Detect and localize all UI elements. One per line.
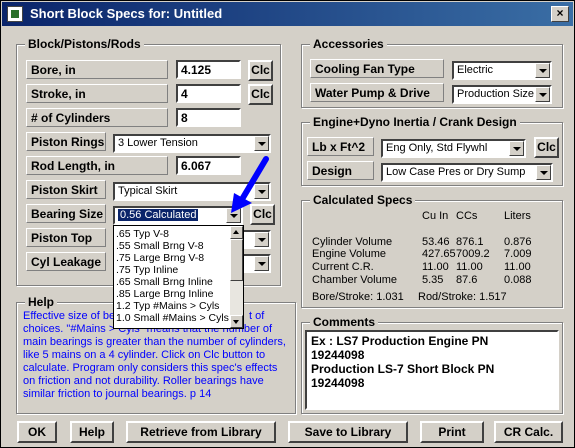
chevron-down-icon[interactable] xyxy=(535,63,550,78)
lb-ft2-value: Eng Only, Std Flywhl xyxy=(386,142,488,154)
water-pump-select[interactable]: Production Size xyxy=(452,85,552,104)
lb-ft2-label: Lb x Ft^2 xyxy=(307,137,374,156)
close-button[interactable]: × xyxy=(551,6,569,22)
help-line: main bearings is greater than the number… xyxy=(23,336,286,348)
calculated-frame-title: Calculated Specs xyxy=(310,193,416,207)
comments-frame-title: Comments xyxy=(310,315,379,329)
piston-rings-label: Piston Rings xyxy=(26,132,106,151)
design-value: Low Case Pres or Dry Sump xyxy=(386,166,526,178)
piston-top-label: Piston Top xyxy=(26,228,106,247)
pointer-arrow-icon xyxy=(231,156,269,213)
title-bar: Short Block Specs for: Untitled × xyxy=(2,2,573,26)
stroke-label: Stroke, in xyxy=(26,84,168,103)
accessories-frame-title: Accessories xyxy=(310,37,387,51)
piston-skirt-label: Piston Skirt xyxy=(26,180,106,199)
retrieve-from-library-button[interactable]: Retrieve from Library xyxy=(126,421,276,443)
bearing-size-select[interactable]: 0.56 Calculated xyxy=(113,206,243,225)
row-cuin: 427.65 xyxy=(422,248,456,260)
scroll-down-icon[interactable] xyxy=(230,315,243,328)
bore-label: Bore, in xyxy=(26,60,168,79)
help-line: calculate. Program only considers this s… xyxy=(23,362,278,374)
short-block-specs-window: Short Block Specs for: Untitled × Block/… xyxy=(0,0,575,448)
row-liters: 11.00 xyxy=(504,261,531,273)
dropdown-option[interactable]: .75 Typ Inline xyxy=(114,264,243,276)
water-pump-value: Production Size xyxy=(457,88,535,100)
dropdown-option[interactable]: .65 Typ V-8 xyxy=(114,228,243,240)
app-icon xyxy=(7,6,23,22)
bearing-size-label: Bearing Size xyxy=(26,204,106,223)
row-label: Current C.R. xyxy=(312,261,374,273)
chevron-down-icon[interactable] xyxy=(254,232,269,247)
help-frame-title: Help xyxy=(25,295,58,309)
help-line: on friction and not durability. Roller b… xyxy=(23,375,264,387)
bore-input[interactable]: 4.125 xyxy=(176,60,241,79)
row-label: Chamber Volume xyxy=(312,274,397,286)
cylinders-input[interactable]: 8 xyxy=(176,108,241,127)
dropdown-option[interactable]: .65 Small Brng Inline xyxy=(114,276,243,288)
bearing-size-dropdown[interactable]: .65 Typ V-8 .55 Small Brng V-8 .75 Large… xyxy=(113,225,244,329)
chevron-down-icon[interactable] xyxy=(535,87,550,102)
ok-button[interactable]: OK xyxy=(17,421,57,443)
header-liters: Liters xyxy=(504,210,531,222)
cyl-leakage-label: Cyl Leakage xyxy=(26,252,106,271)
stroke-input[interactable]: 4 xyxy=(176,84,241,103)
rod-length-label: Rod Length, in xyxy=(26,156,168,175)
dropdown-option[interactable]: .75 Large Brng V-8 xyxy=(114,252,243,264)
help-line-tail: t of xyxy=(249,310,265,322)
cooling-fan-select[interactable]: Electric xyxy=(452,61,552,80)
row-liters: 0.088 xyxy=(504,274,532,286)
bearing-size-value: 0.56 Calculated xyxy=(118,209,199,221)
chevron-down-icon[interactable] xyxy=(509,141,524,156)
chevron-down-icon[interactable] xyxy=(254,256,269,271)
row-cuin: 5.35 xyxy=(422,274,444,286)
cr-calc-button[interactable]: CR Calc. xyxy=(494,421,563,443)
row-ccs: 87.6 xyxy=(456,274,478,286)
inertia-clc-button[interactable]: Clc xyxy=(534,137,559,158)
bore-stroke-ratio: Bore/Stroke: 1.031 xyxy=(312,291,404,303)
dropdown-scrollbar[interactable] xyxy=(230,226,243,328)
rod-stroke-ratio: Rod/Stroke: 1.517 xyxy=(418,291,507,303)
design-label: Design xyxy=(307,161,374,180)
design-select[interactable]: Low Case Pres or Dry Sump xyxy=(381,163,553,182)
lb-ft2-select[interactable]: Eng Only, Std Flywhl xyxy=(381,139,526,158)
dropdown-option[interactable]: .85 Large Brng Inline xyxy=(114,288,243,300)
stroke-clc-button[interactable]: Clc xyxy=(248,84,273,105)
header-cuin: Cu In xyxy=(422,210,449,222)
chevron-down-icon[interactable] xyxy=(536,165,551,180)
save-to-library-button[interactable]: Save to Library xyxy=(288,421,408,443)
piston-rings-value: 3 Lower Tension xyxy=(118,137,198,149)
dropdown-option[interactable]: 1.0 Small #Mains > Cyls xyxy=(114,312,243,324)
scroll-up-icon[interactable] xyxy=(230,226,243,239)
cooling-fan-value: Electric xyxy=(457,64,494,76)
block-frame-title: Block/Pistons/Rods xyxy=(25,37,144,51)
row-cuin: 11.00 xyxy=(422,261,449,273)
row-liters: 7.009 xyxy=(504,248,532,260)
chevron-down-icon[interactable] xyxy=(254,136,269,151)
inertia-frame-title: Engine+Dyno Inertia / Crank Design xyxy=(310,115,520,129)
piston-skirt-value: Typical Skirt xyxy=(118,185,178,197)
row-ccs: 11.00 xyxy=(456,261,483,273)
row-ccs: 7009.2 xyxy=(456,248,490,260)
dropdown-option[interactable]: .55 Small Brng V-8 xyxy=(114,240,243,252)
scroll-thumb[interactable] xyxy=(230,239,243,281)
comments-textarea[interactable]: Ex : LS7 Production Engine PN 19244098 P… xyxy=(305,330,559,410)
header-ccs: CCs xyxy=(456,210,478,222)
help-line: like 5 mains on a 4 cylinder. Click on C… xyxy=(23,349,266,361)
arrow-shaft xyxy=(238,156,269,204)
help-line: similar friction to journal bearings. p … xyxy=(23,388,212,400)
dropdown-option[interactable]: 1.2 Typ #Mains > Cyls xyxy=(114,300,243,312)
print-button[interactable]: Print xyxy=(420,421,484,443)
window-title: Short Block Specs for: Untitled xyxy=(30,6,223,21)
cylinders-label: # of Cylinders xyxy=(26,108,168,127)
cooling-fan-label: Cooling Fan Type xyxy=(310,59,444,78)
row-label: Engine Volume xyxy=(312,248,386,260)
water-pump-label: Water Pump & Drive xyxy=(310,83,444,102)
help-button[interactable]: Help xyxy=(70,421,114,443)
bore-clc-button[interactable]: Clc xyxy=(248,60,273,81)
